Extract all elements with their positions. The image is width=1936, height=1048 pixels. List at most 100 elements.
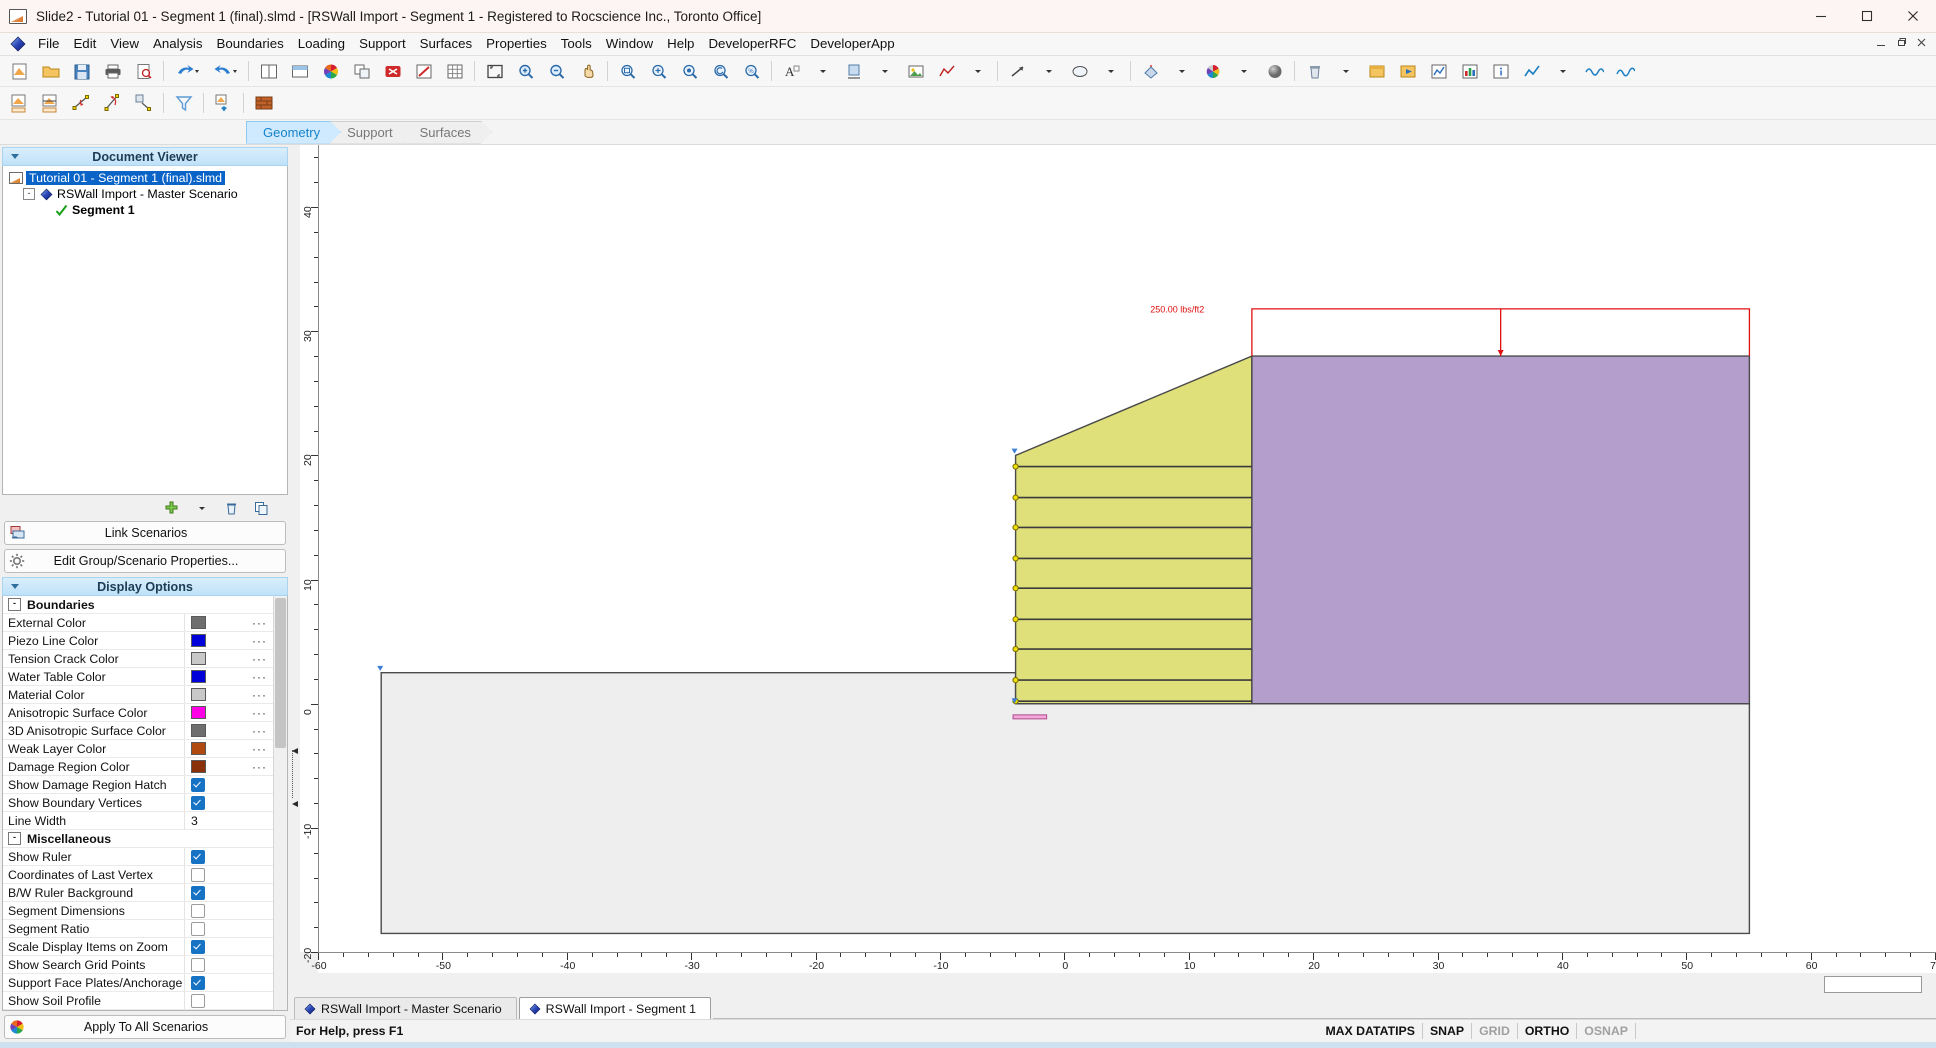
menu-loading[interactable]: Loading xyxy=(291,34,352,54)
color-picker-ellipsis[interactable]: ··· xyxy=(252,652,267,666)
dimension-dropdown-caret[interactable] xyxy=(870,57,899,85)
status-snap[interactable]: SNAP xyxy=(1423,1023,1473,1039)
color-swatch[interactable] xyxy=(191,652,206,665)
option-value[interactable] xyxy=(184,902,273,919)
checkbox[interactable] xyxy=(191,903,205,918)
add-scenario-dropdown-caret[interactable] xyxy=(188,497,214,520)
document-tree[interactable]: Tutorial 01 - Segment 1 (final).slmd - R… xyxy=(2,166,288,495)
option-row[interactable]: Line Width 3 xyxy=(3,812,273,830)
delete-icon[interactable] xyxy=(1300,57,1329,85)
interpret-icon[interactable] xyxy=(1424,57,1453,85)
zoom-extents-icon[interactable] xyxy=(644,57,673,85)
canvas-side-strip[interactable] xyxy=(290,145,300,952)
color-picker-ellipsis[interactable]: ··· xyxy=(252,688,267,702)
option-value[interactable]: 3 xyxy=(184,812,273,829)
group-expander-icon[interactable]: - xyxy=(8,832,21,845)
image-icon[interactable] xyxy=(901,57,930,85)
option-value[interactable] xyxy=(184,974,273,991)
numeric-value[interactable]: 3 xyxy=(191,814,198,828)
option-row[interactable]: Water Table Color ··· xyxy=(3,668,273,686)
option-value[interactable] xyxy=(184,992,273,1009)
brick-wall-icon[interactable] xyxy=(249,89,278,117)
option-value[interactable]: ··· xyxy=(184,722,273,739)
option-row[interactable]: Damage Region Color ··· xyxy=(3,758,273,776)
pan-icon[interactable] xyxy=(573,57,602,85)
info-icon[interactable] xyxy=(1486,57,1515,85)
menu-window[interactable]: Window xyxy=(599,34,660,54)
checkbox[interactable] xyxy=(191,957,205,972)
duplicate-scenario-button[interactable] xyxy=(248,497,274,520)
color-picker-ellipsis[interactable]: ··· xyxy=(252,760,267,774)
tree-node-master-scenario[interactable]: - RSWall Import - Master Scenario xyxy=(5,186,285,202)
menu-help[interactable]: Help xyxy=(660,34,701,54)
status-grid[interactable]: GRID xyxy=(1472,1023,1518,1039)
option-value[interactable] xyxy=(184,920,273,937)
option-row[interactable]: 3D Anisotropic Surface Color ··· xyxy=(3,722,273,740)
color-swatch[interactable] xyxy=(191,742,206,755)
options-group-miscellaneous[interactable]: - Miscellaneous xyxy=(3,830,273,848)
option-value[interactable] xyxy=(184,866,273,883)
geometry-canvas[interactable]: 250.00 lbs/ft2 xyxy=(319,145,1936,952)
zoom-previous-icon[interactable] xyxy=(706,57,735,85)
reinforced-soil-wedge[interactable] xyxy=(1014,355,1253,705)
option-value[interactable] xyxy=(184,956,273,973)
menu-surfaces[interactable]: Surfaces xyxy=(413,34,479,54)
library-icon[interactable] xyxy=(1362,57,1391,85)
checkbox[interactable] xyxy=(191,939,205,954)
option-value[interactable] xyxy=(184,794,273,811)
option-row[interactable]: Support Face Plates/Anchorage xyxy=(3,974,273,992)
boundary-vertex-marker[interactable] xyxy=(377,665,384,671)
reinforcement-anchor-node[interactable] xyxy=(1012,677,1019,684)
option-row[interactable]: Tension Crack Color ··· xyxy=(3,650,273,668)
color-picker-ellipsis[interactable]: ··· xyxy=(252,724,267,738)
document-minimize-icon[interactable] xyxy=(1876,37,1887,51)
menu-support[interactable]: Support xyxy=(352,34,413,54)
polyline-dropdown-caret[interactable] xyxy=(963,57,992,85)
zoom-selection-icon[interactable] xyxy=(675,57,704,85)
edit-group-scenario-properties-button[interactable]: Edit Group/Scenario Properties... xyxy=(4,549,286,573)
import-geometry-icon[interactable] xyxy=(209,89,238,117)
menu-file[interactable]: File xyxy=(31,34,66,54)
option-row[interactable]: External Color ··· xyxy=(3,614,273,632)
arrow-dropdown-caret[interactable] xyxy=(1034,57,1063,85)
color-wheel-icon[interactable] xyxy=(316,57,345,85)
boundary-vertex-marker[interactable] xyxy=(1011,448,1018,454)
redo-icon[interactable] xyxy=(207,57,243,85)
color-picker-ellipsis[interactable]: ··· xyxy=(252,706,267,720)
pencil-edit-icon[interactable] xyxy=(409,57,438,85)
option-value[interactable]: ··· xyxy=(184,614,273,631)
palette-dropdown-caret[interactable] xyxy=(1229,57,1258,85)
text-dropdown-caret[interactable] xyxy=(808,57,837,85)
menu-properties[interactable]: Properties xyxy=(479,34,554,54)
option-row[interactable]: Piezo Line Color ··· xyxy=(3,632,273,650)
option-row[interactable]: Show Ruler xyxy=(3,848,273,866)
page-setup-icon[interactable] xyxy=(285,57,314,85)
status-max-datatips[interactable]: MAX DATATIPS xyxy=(1318,1023,1423,1039)
display-options-scrollbar[interactable] xyxy=(273,596,287,1010)
delete-vertex-icon[interactable] xyxy=(129,89,158,117)
arrow-tool-icon[interactable] xyxy=(1003,57,1032,85)
color-swatch[interactable] xyxy=(191,688,206,701)
new-document-icon[interactable] xyxy=(5,57,34,85)
reinforcement-anchor-node[interactable] xyxy=(1012,463,1019,470)
coordinate-input-box[interactable] xyxy=(1824,975,1922,993)
display-options-grid[interactable]: - Boundaries External Color ··· Piezo Line C… xyxy=(3,596,273,1010)
menu-developer-app[interactable]: DeveloperApp xyxy=(803,34,901,54)
chart-icon[interactable] xyxy=(1517,57,1546,85)
option-row[interactable]: Show Damage Region Hatch xyxy=(3,776,273,794)
distributed-load[interactable] xyxy=(1251,308,1751,357)
reinforcement-anchor-node[interactable] xyxy=(1012,494,1019,501)
color-picker-ellipsis[interactable]: ··· xyxy=(252,616,267,630)
maximize-button[interactable] xyxy=(1844,0,1890,32)
status-ortho[interactable]: ORTHO xyxy=(1518,1023,1578,1039)
reinforcement-anchor-node[interactable] xyxy=(1012,555,1019,562)
menu-tools[interactable]: Tools xyxy=(554,34,599,54)
checkbox[interactable] xyxy=(191,795,205,810)
delete-dropdown-caret[interactable] xyxy=(1331,57,1360,85)
sphere-icon[interactable] xyxy=(1260,57,1289,85)
option-row[interactable]: Show Boundary Vertices xyxy=(3,794,273,812)
menu-edit[interactable]: Edit xyxy=(66,34,103,54)
option-row[interactable]: Segment Dimensions xyxy=(3,902,273,920)
reinforcement-anchor-node[interactable] xyxy=(1012,616,1019,623)
color-swatch[interactable] xyxy=(191,760,206,773)
